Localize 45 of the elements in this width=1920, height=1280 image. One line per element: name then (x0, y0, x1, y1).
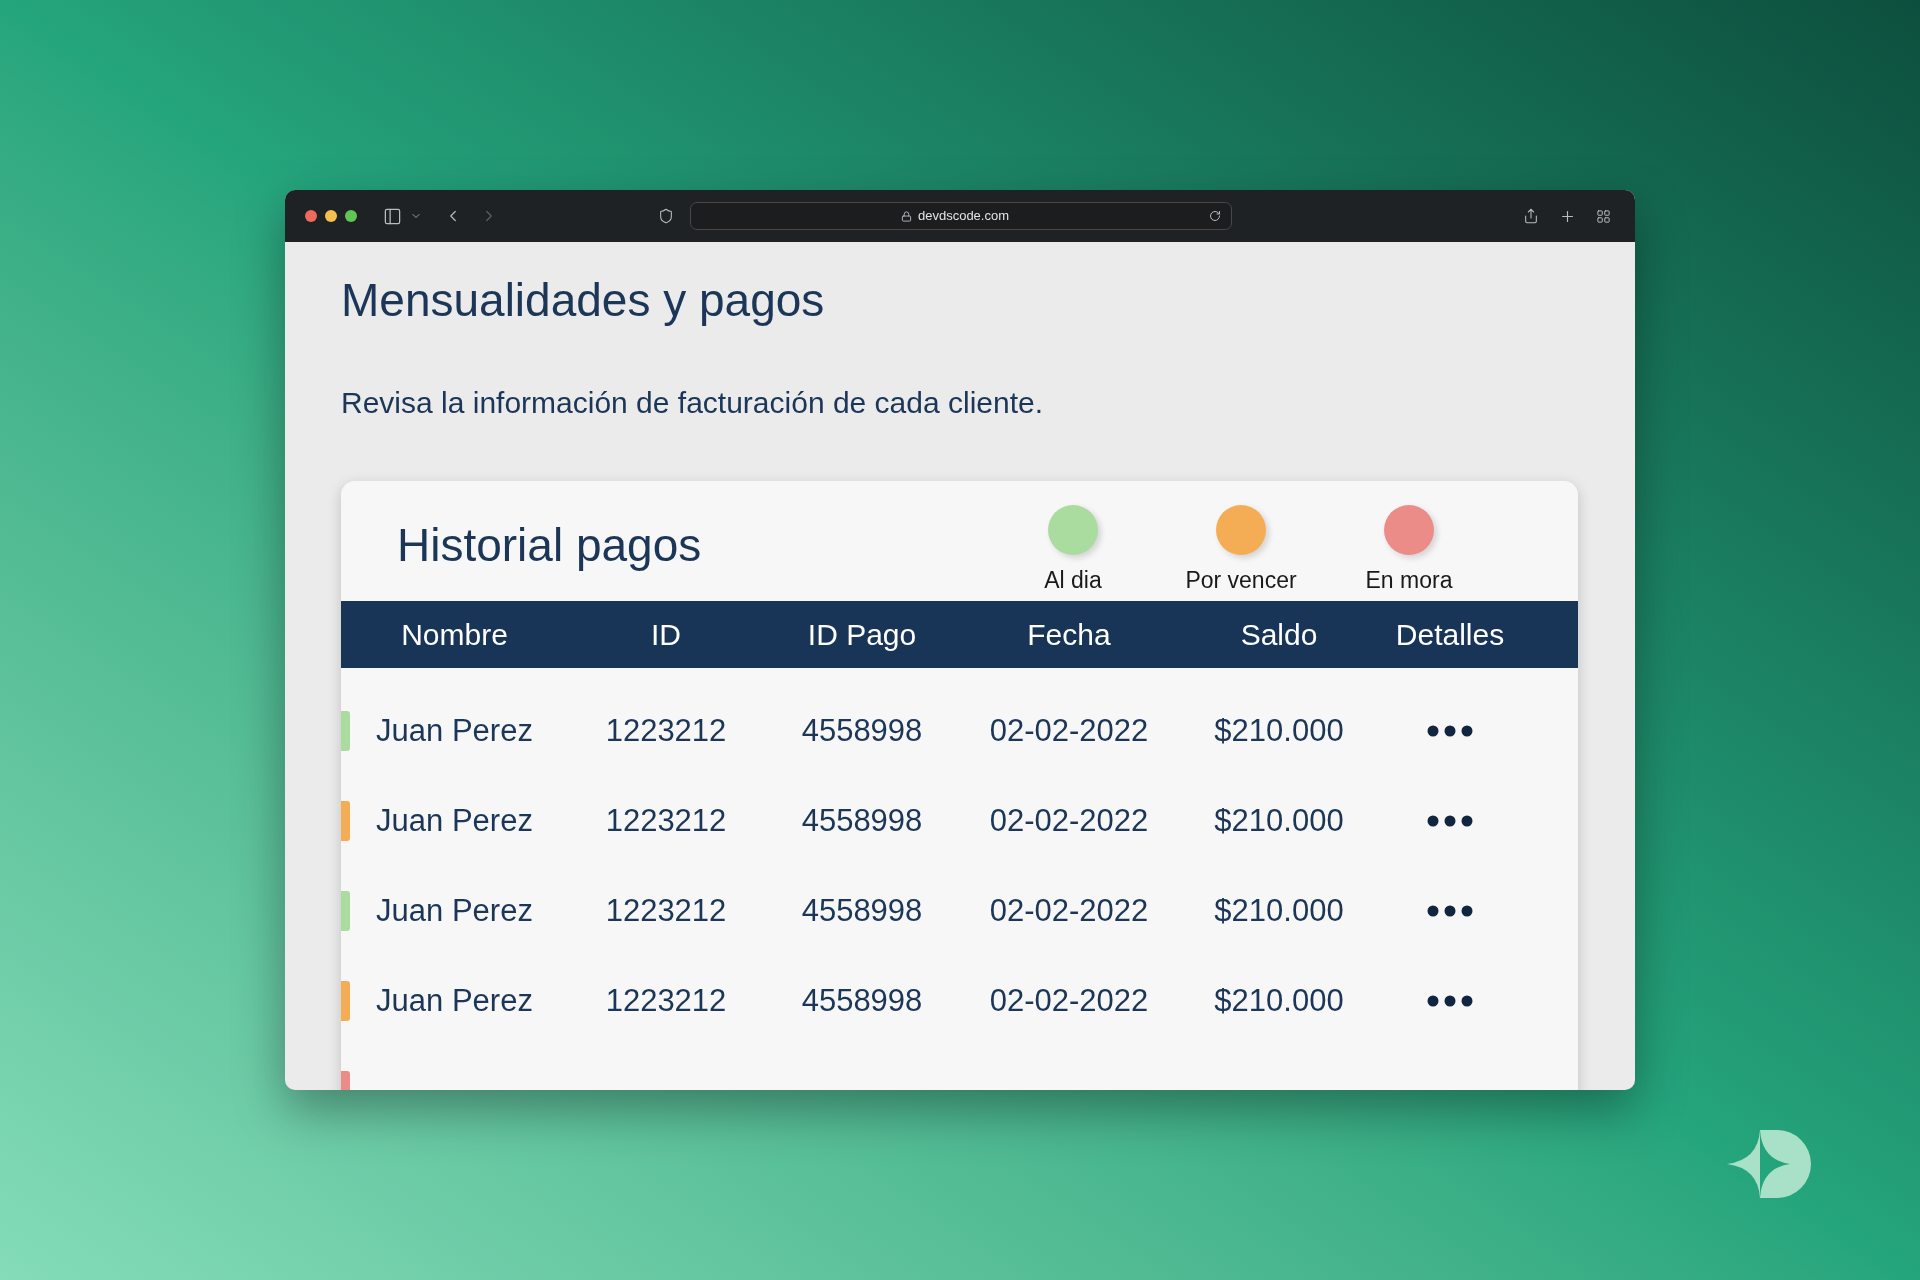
table-cell-text: 4558998 (801, 891, 923, 930)
table-cell-text: 1223212 (605, 711, 727, 750)
url-text: devdscode.com (917, 207, 1010, 226)
table-cell-text: 02-02-2022 (989, 891, 1149, 930)
table-cell-text: $210.000 (1214, 711, 1344, 750)
legend-label: Al dia (1044, 567, 1102, 593)
more-icon[interactable] (1427, 905, 1473, 917)
column-header: Detalles (1395, 617, 1505, 653)
table-cell-text: 4558998 (801, 711, 923, 750)
table-cell-text: 4558998 (801, 801, 923, 840)
more-icon[interactable] (1427, 995, 1473, 1007)
table-cell-text: 4558998 (801, 981, 923, 1020)
lock-icon (900, 210, 912, 222)
legend-label: Por vencer (1185, 567, 1297, 593)
table-cell-text: Juan Perez (376, 891, 533, 930)
column-header: Saldo (1240, 617, 1318, 653)
table-cell-text: Juan Perez (376, 711, 533, 750)
page-title: Mensualidades y pagos (341, 273, 826, 328)
table-cell-text: 1223212 (605, 801, 727, 840)
logo-icon (1727, 1128, 1811, 1200)
table-cell-text: 02-02-2022 (989, 981, 1149, 1020)
more-icon[interactable] (1427, 725, 1473, 737)
table-cell-text: Juan Perez (376, 801, 533, 840)
page-subtitle: Revisa la información de facturación de cada cliente. (341, 385, 1045, 421)
table-cell-text: Juan Perez (376, 981, 533, 1020)
card-title: Historial pagos (397, 519, 702, 571)
table-cell-text: 1223212 (605, 981, 727, 1020)
table-cell-text: 02-02-2022 (989, 801, 1149, 840)
column-header: ID (651, 617, 681, 653)
column-header: ID Pago (807, 617, 917, 653)
reload-icon[interactable] (1209, 210, 1221, 222)
table-cell-text: $210.000 (1214, 891, 1344, 930)
table-cell-text: 02-02-2022 (989, 711, 1149, 750)
more-icon[interactable] (1427, 815, 1473, 827)
column-header: Nombre (401, 617, 508, 653)
address-bar[interactable]: devdscode.com (690, 202, 1232, 230)
share-icon[interactable] (1523, 208, 1539, 224)
column-header: Fecha (1027, 617, 1111, 653)
sidebar-icon[interactable] (383, 206, 402, 226)
table-cell-text: $210.000 (1214, 981, 1344, 1020)
shield-icon[interactable] (658, 208, 674, 224)
table-cell-text: 1223212 (605, 891, 727, 930)
tabs-overview-icon[interactable] (1596, 208, 1611, 224)
legend-label: En mora (1365, 567, 1453, 593)
table-cell-text: $210.000 (1214, 801, 1344, 840)
